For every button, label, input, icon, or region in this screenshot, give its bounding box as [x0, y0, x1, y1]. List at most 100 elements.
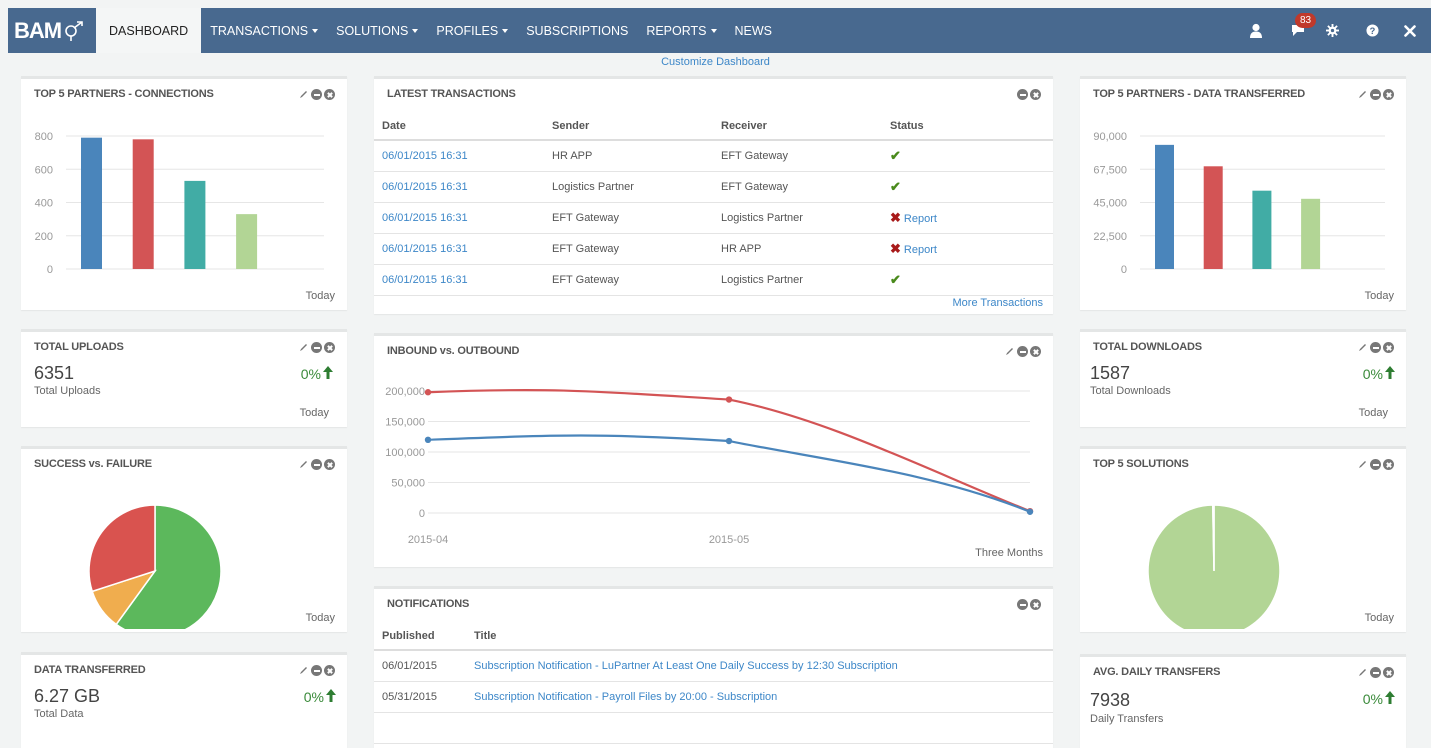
close-panel-icon[interactable]: [1383, 667, 1394, 678]
nav-item-label: REPORTS: [646, 23, 707, 38]
more-transactions-link[interactable]: More Transactions: [953, 297, 1043, 309]
y-tick-label: 0: [419, 508, 425, 520]
nav-item-profiles[interactable]: PROFILES: [427, 8, 517, 53]
panel-tools: [1357, 342, 1394, 353]
y-tick-label: 50,000: [391, 478, 425, 490]
close-icon[interactable]: [1395, 16, 1425, 46]
close-panel-icon[interactable]: [1383, 459, 1394, 470]
transaction-row: 06/01/2015 16:31 EFT Gateway Logistics Par…: [374, 202, 1053, 234]
stat-change: 0%: [1363, 691, 1395, 707]
edit-pencil-icon[interactable]: [1004, 346, 1015, 357]
cell-receiver: EFT Gateway: [713, 140, 882, 172]
column-header-date[interactable]: Date: [374, 112, 544, 141]
nav-item-subscriptions[interactable]: SUBSCRIPTIONS: [517, 8, 637, 53]
transaction-date-link[interactable]: 06/01/2015 16:31: [382, 274, 468, 286]
close-panel-icon[interactable]: [1383, 89, 1394, 100]
transaction-date-link[interactable]: 06/01/2015 16:31: [382, 212, 468, 224]
help-icon[interactable]: ?: [1357, 16, 1387, 46]
success-check-icon: ✔: [890, 178, 901, 194]
nav-item-news[interactable]: NEWS: [726, 8, 782, 53]
close-panel-icon[interactable]: [324, 665, 335, 676]
y-tick-label: 800: [35, 131, 53, 143]
bar-3: [1252, 190, 1272, 269]
nav-item-label: NEWS: [734, 23, 773, 38]
success-failure-pie-chart: [88, 504, 222, 629]
nav-item-label: SUBSCRIPTIONS: [526, 23, 629, 38]
close-panel-icon[interactable]: [1030, 89, 1041, 100]
change-percent: 0%: [1362, 691, 1383, 707]
minimize-icon[interactable]: [311, 342, 322, 353]
close-panel-icon[interactable]: [324, 459, 335, 470]
panel-top5-data-transferred: TOP 5 PARTNERS - DATA TRANSFERRED 0 22,50…: [1080, 76, 1406, 310]
edit-pencil-icon[interactable]: [298, 89, 309, 100]
close-panel-icon[interactable]: [1030, 346, 1041, 357]
close-panel-icon[interactable]: [1383, 342, 1394, 353]
transaction-date-link[interactable]: 06/01/2015 16:31: [382, 150, 468, 162]
logo-text: BAM: [14, 17, 62, 43]
column-header-status[interactable]: Status: [882, 112, 1053, 141]
transaction-date-link[interactable]: 06/01/2015 16:31: [382, 243, 468, 255]
panel-title: DATA TRANSFERRED: [34, 664, 146, 676]
notification-title-link[interactable]: Subscription Notification - Payroll File…: [474, 691, 777, 703]
arrow-up-icon: [326, 689, 336, 705]
bam-logo[interactable]: BAM: [8, 8, 96, 53]
minimize-icon[interactable]: [311, 459, 322, 470]
y-tick-label: 100,000: [385, 447, 425, 459]
cell-sender: HR APP: [544, 140, 713, 172]
edit-pencil-icon[interactable]: [298, 459, 309, 470]
minimize-icon[interactable]: [311, 665, 322, 676]
notifications-icon[interactable]: 83: [1283, 12, 1317, 46]
minimize-icon[interactable]: [311, 89, 322, 100]
series-line-inbound: [427, 388, 1031, 513]
nav-item-dashboard[interactable]: DASHBOARD: [96, 8, 202, 53]
edit-pencil-icon[interactable]: [1357, 667, 1368, 678]
stat-label: Total Downloads: [1090, 385, 1171, 397]
edit-pencil-icon[interactable]: [1357, 342, 1368, 353]
cell-sender: EFT Gateway: [544, 233, 713, 265]
panel-footer: Today: [1364, 612, 1394, 624]
nav-item-reports[interactable]: REPORTS: [637, 8, 725, 53]
stat-change: 0%: [301, 366, 333, 382]
minimize-icon[interactable]: [1017, 346, 1028, 357]
caret-down-icon: [412, 28, 419, 33]
bar-4: [236, 214, 258, 269]
panel-tools: [298, 459, 335, 470]
minimize-icon[interactable]: [1370, 89, 1381, 100]
nav-item-transactions[interactable]: TRANSACTIONS: [201, 8, 327, 53]
y-tick-label: 200: [35, 231, 53, 243]
data-point-outbound: [424, 436, 432, 443]
stat-value: 1587: [1090, 363, 1131, 383]
gear-icon[interactable]: [1317, 16, 1347, 46]
stat-change: 0%: [1363, 366, 1395, 382]
minimize-icon[interactable]: [1370, 667, 1381, 678]
cell-receiver: Logistics Partner: [713, 202, 882, 234]
close-panel-icon[interactable]: [1030, 599, 1041, 610]
nav-item-solutions[interactable]: SOLUTIONS: [327, 8, 427, 53]
panel-title: INBOUND vs. OUTBOUND: [387, 345, 520, 357]
minimize-icon[interactable]: [1017, 89, 1028, 100]
edit-pencil-icon[interactable]: [298, 665, 309, 676]
edit-pencil-icon[interactable]: [298, 342, 309, 353]
caret-down-icon: [502, 28, 509, 33]
close-panel-icon[interactable]: [324, 89, 335, 100]
user-icon[interactable]: [1241, 16, 1271, 46]
edit-pencil-icon[interactable]: [1357, 89, 1368, 100]
close-panel-icon[interactable]: [324, 342, 335, 353]
column-header-receiver[interactable]: Receiver: [713, 112, 882, 141]
report-link[interactable]: Report: [904, 244, 937, 256]
minimize-icon[interactable]: [1017, 599, 1028, 610]
column-header-published[interactable]: Published: [374, 622, 466, 651]
bar-2: [132, 139, 154, 269]
column-header-sender[interactable]: Sender: [544, 112, 713, 141]
panel-title: TOTAL UPLOADS: [34, 341, 124, 353]
customize-dashboard-link[interactable]: Customize Dashboard: [661, 56, 770, 68]
minimize-icon[interactable]: [1370, 342, 1381, 353]
minimize-icon[interactable]: [1370, 459, 1381, 470]
notification-title-link[interactable]: Subscription Notification - LuPartner At…: [474, 660, 898, 672]
edit-pencil-icon[interactable]: [1357, 459, 1368, 470]
transaction-date-link[interactable]: 06/01/2015 16:31: [382, 181, 468, 193]
column-header-title[interactable]: Title: [466, 622, 1053, 651]
nav-item-label: PROFILES: [436, 23, 499, 38]
report-link[interactable]: Report: [904, 213, 937, 225]
cell-sender: EFT Gateway: [544, 202, 713, 234]
